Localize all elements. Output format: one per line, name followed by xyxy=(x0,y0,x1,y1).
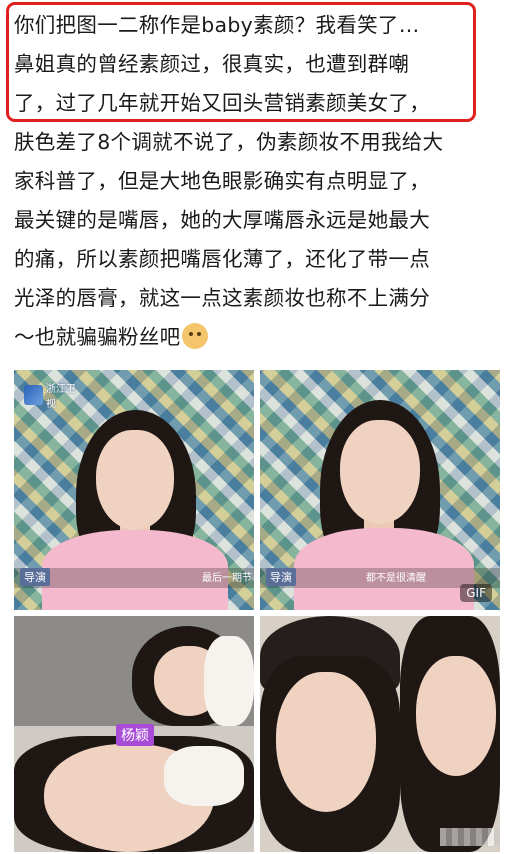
post-line-9: ～也就骗骗粉丝吧 xyxy=(14,318,508,357)
doge-emoji-icon xyxy=(182,323,209,349)
face xyxy=(96,430,174,530)
glove xyxy=(204,636,254,726)
post-line-9-text: ～也就骗骗粉丝吧 xyxy=(14,325,181,349)
director-badge: 导演 xyxy=(20,568,50,586)
channel-logo-icon xyxy=(24,385,43,405)
photo-3[interactable]: 杨颖 xyxy=(14,616,254,852)
post-line-6: 最关键的是嘴唇，她的大厚嘴唇永远是她最大 xyxy=(14,208,430,232)
subtitle: 最后一期节 xyxy=(202,573,252,584)
photo-4[interactable] xyxy=(260,616,500,852)
channel-logo: 浙江卫视 xyxy=(24,384,80,410)
subtitle: 都不是很清醒 xyxy=(366,573,426,584)
photo-1[interactable]: 浙江卫视 导演 最后一期节 xyxy=(14,370,254,610)
highlight-box xyxy=(6,2,476,122)
glove xyxy=(164,746,244,806)
face xyxy=(276,672,376,812)
photo-2[interactable]: 导演 都不是很清醒 GIF xyxy=(260,370,500,610)
post-line-5: 家科普了，但是大地色眼影确实有点明显了， xyxy=(14,169,430,193)
name-tag: 杨颖 xyxy=(116,724,154,746)
gif-badge: GIF xyxy=(460,584,492,602)
channel-logo-text: 浙江卫视 xyxy=(45,384,76,410)
post-line-4: 肤色差了8个调就不说了，伪素颜妆不用我给大 xyxy=(14,130,444,154)
post-line-8: 光泽的唇膏，就这一点这素颜妆也称不上满分 xyxy=(14,286,430,310)
post-line-7: 的痛，所以素颜把嘴唇化薄了，还化了带一点 xyxy=(14,247,430,271)
director-badge: 导演 xyxy=(266,568,296,586)
face xyxy=(340,420,420,524)
face-right xyxy=(416,656,496,776)
watermark xyxy=(440,828,500,846)
